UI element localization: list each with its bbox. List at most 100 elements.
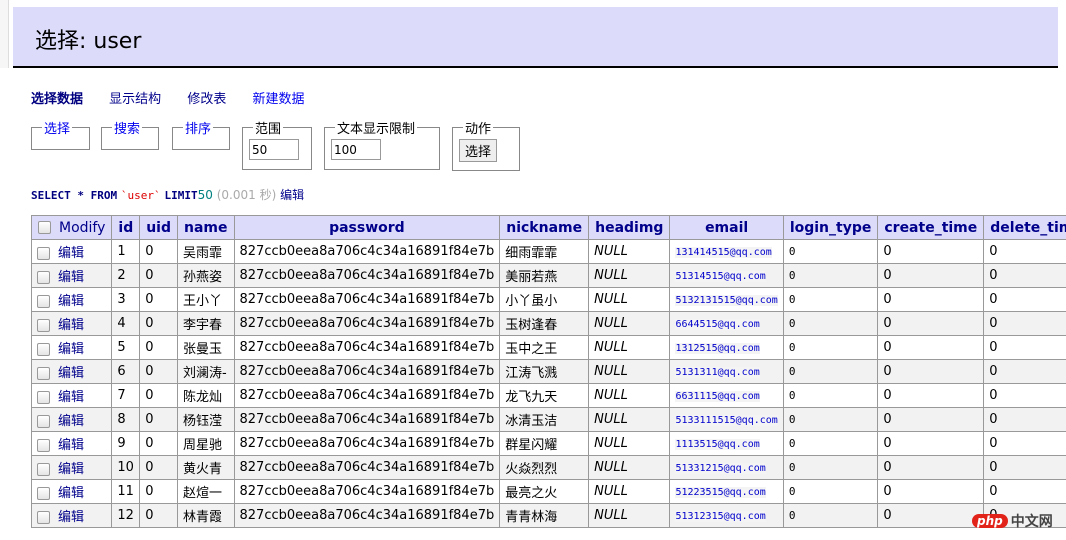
modify-label: Modify [59,219,106,236]
cell-id: 12 [111,503,141,528]
row-edit-link[interactable]: 编辑 [58,366,84,381]
cell-nickname: 冰清玉洁 [499,407,590,432]
cell-nickname-value: 细雨霏霏 [505,246,558,261]
sort-link[interactable]: 排序 [183,118,213,137]
sql-edit-link[interactable]: 编辑 [280,188,304,202]
header-headimg[interactable]: headimg [588,215,671,240]
row-edit-link[interactable]: 编辑 [58,414,84,429]
cell-delete-time-value: 0 [989,388,998,403]
cell-delete-time-value: 0 [989,412,998,427]
row-edit-link[interactable]: 编辑 [58,246,84,261]
cell-id: 7 [111,383,141,408]
row-checkbox[interactable] [37,391,50,404]
tab-alter-table[interactable]: 修改表 [187,92,226,107]
header-email[interactable]: email [669,215,784,240]
cell-email: 51331215@qq.com [669,455,784,480]
cell-uid-value: 0 [145,364,154,379]
row-checkbox[interactable] [37,415,50,428]
row-checkbox[interactable] [37,247,50,260]
select-all-checkbox[interactable] [38,221,51,234]
watermark-php-logo: php [972,514,1008,528]
cell-headimg-value: NULL [594,292,628,307]
cell-name: 周星驰 [177,431,235,456]
row-edit-link[interactable]: 编辑 [58,294,84,309]
header-nickname[interactable]: nickname [499,215,590,240]
header-create-time[interactable]: create_time [877,215,985,240]
cell-headimg-value: NULL [594,388,628,403]
cell-headimg: NULL [588,335,671,360]
left-panel-edge [0,0,9,68]
row-edit-link[interactable]: 编辑 [58,438,84,453]
cell-create-time: 0 [877,479,985,504]
header-delete-time[interactable]: delete_time [983,215,1066,240]
cell-nickname: 最亮之火 [499,479,590,504]
search-link[interactable]: 搜索 [112,118,142,137]
cell-nickname-value: 龙飞九天 [505,390,558,405]
page-header: 选择: user [13,7,1058,68]
row-checkbox[interactable] [37,367,50,380]
row-edit-link[interactable]: 编辑 [58,318,84,333]
row-actions: 编辑 [30,383,113,408]
cell-delete-time-value: 0 [989,436,998,451]
cell-email-value: 51331215@qq.com [675,463,766,474]
cell-login-type: 0 [782,503,879,528]
cell-password-value: 827ccb0eea8a706c4c34a16891f84e7b [239,340,495,355]
cell-nickname-value: 火焱烈烈 [505,462,558,477]
row-checkbox[interactable] [37,439,50,452]
cell-headimg: NULL [588,503,671,528]
cell-headimg: NULL [588,383,671,408]
table-body: 编辑 1 0 吴雨霏 827ccb0eea8a706c4c34a16891f84e7b 细… [30,239,1066,528]
row-edit-link[interactable]: 编辑 [58,510,84,525]
sql-limit-value: 50 [197,188,213,202]
table-row: 编辑 3 0 王小丫 827ccb0eea8a706c4c34a16891f84e7b 小… [30,287,1066,312]
row-checkbox[interactable] [37,487,50,500]
row-actions: 编辑 [30,431,113,456]
cell-uid-value: 0 [145,484,154,499]
cell-email-value: 5131311@qq.com [675,367,760,378]
row-edit-link[interactable]: 编辑 [58,270,84,285]
row-checkbox[interactable] [37,271,50,284]
cell-headimg: NULL [588,431,671,456]
cell-nickname-value: 小丫虽小 [505,294,558,309]
tab-new-item[interactable]: 新建数据 [252,92,304,107]
cell-delete-time-value: 0 [989,340,998,355]
header-login-type[interactable]: login_type [782,215,879,240]
row-checkbox[interactable] [37,343,50,356]
cell-headimg-value: NULL [594,508,628,523]
header-name[interactable]: name [177,215,235,240]
header-uid[interactable]: uid [139,215,179,240]
header-id[interactable]: id [111,215,141,240]
cell-password-value: 827ccb0eea8a706c4c34a16891f84e7b [239,316,495,331]
row-checkbox[interactable] [37,295,50,308]
cell-email: 1312515@qq.com [669,335,784,360]
cell-delete-time: 0 [983,263,1066,288]
text-limit-input[interactable] [331,139,381,160]
cell-delete-time: 0 [983,383,1066,408]
cell-nickname: 青青林海 [499,503,590,528]
limit-input[interactable] [249,139,299,160]
tab-select-data[interactable]: 选择数据 [31,92,83,107]
row-edit-link[interactable]: 编辑 [58,390,84,405]
cell-headimg-value: NULL [594,340,628,355]
row-checkbox[interactable] [37,319,50,332]
cell-headimg-value: NULL [594,412,628,427]
row-checkbox[interactable] [37,511,50,524]
cell-login-type-value: 0 [788,461,796,474]
cell-id: 5 [111,335,141,360]
cell-login-type-value: 0 [788,317,796,330]
header-password[interactable]: password [233,215,501,240]
select-submit-button[interactable]: 选择 [459,139,498,162]
cell-id: 11 [111,479,141,504]
tab-show-structure[interactable]: 显示结构 [109,92,161,107]
cell-login-type: 0 [782,431,879,456]
cell-create-time-value: 0 [883,340,892,355]
cell-login-type: 0 [782,287,879,312]
select-columns-link[interactable]: 选择 [42,118,72,137]
row-checkbox[interactable] [37,463,50,476]
row-edit-link[interactable]: 编辑 [58,486,84,501]
cell-email: 51223515@qq.com [669,479,784,504]
cell-create-time-value: 0 [883,484,892,499]
row-edit-link[interactable]: 编辑 [58,462,84,477]
cell-email-value: 5133111515@qq.com [675,415,778,426]
row-edit-link[interactable]: 编辑 [58,342,84,357]
